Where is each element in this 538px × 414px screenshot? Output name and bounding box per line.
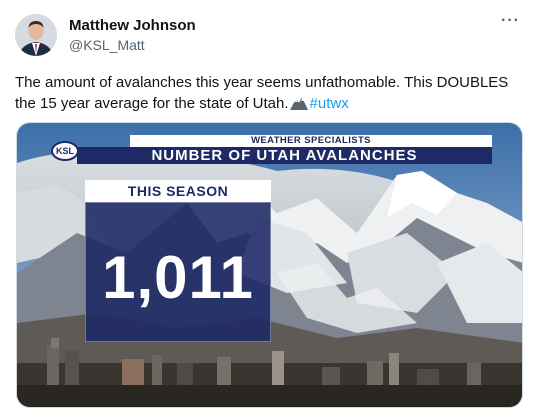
- graphic-subtitle: WEATHER SPECIALISTS: [130, 135, 492, 147]
- season-box: 1,011: [85, 202, 271, 342]
- avatar[interactable]: [15, 14, 57, 56]
- graphic-title: NUMBER OF UTAH AVALANCHES: [77, 147, 492, 164]
- season-label: THIS SEASON: [85, 180, 271, 202]
- ksl-logo: KSL: [51, 141, 79, 161]
- tweet[interactable]: Matthew Johnson @KSL_Matt ··· The amount…: [0, 0, 538, 414]
- season-value: 1,011: [102, 244, 254, 311]
- mountain-emoji-icon: [289, 95, 308, 110]
- author-name[interactable]: Matthew Johnson: [69, 17, 196, 34]
- tweet-body: The amount of avalanches this year seems…: [15, 74, 509, 112]
- tweet-text: The amount of avalanches this year seems…: [15, 72, 520, 114]
- more-horizontal-icon[interactable]: ···: [501, 12, 520, 30]
- author-handle[interactable]: @KSL_Matt: [69, 37, 145, 53]
- tweet-media[interactable]: KSL WEATHER SPECIALISTS NUMBER OF UTAH A…: [16, 122, 523, 408]
- hashtag-link[interactable]: #utwx: [310, 95, 349, 112]
